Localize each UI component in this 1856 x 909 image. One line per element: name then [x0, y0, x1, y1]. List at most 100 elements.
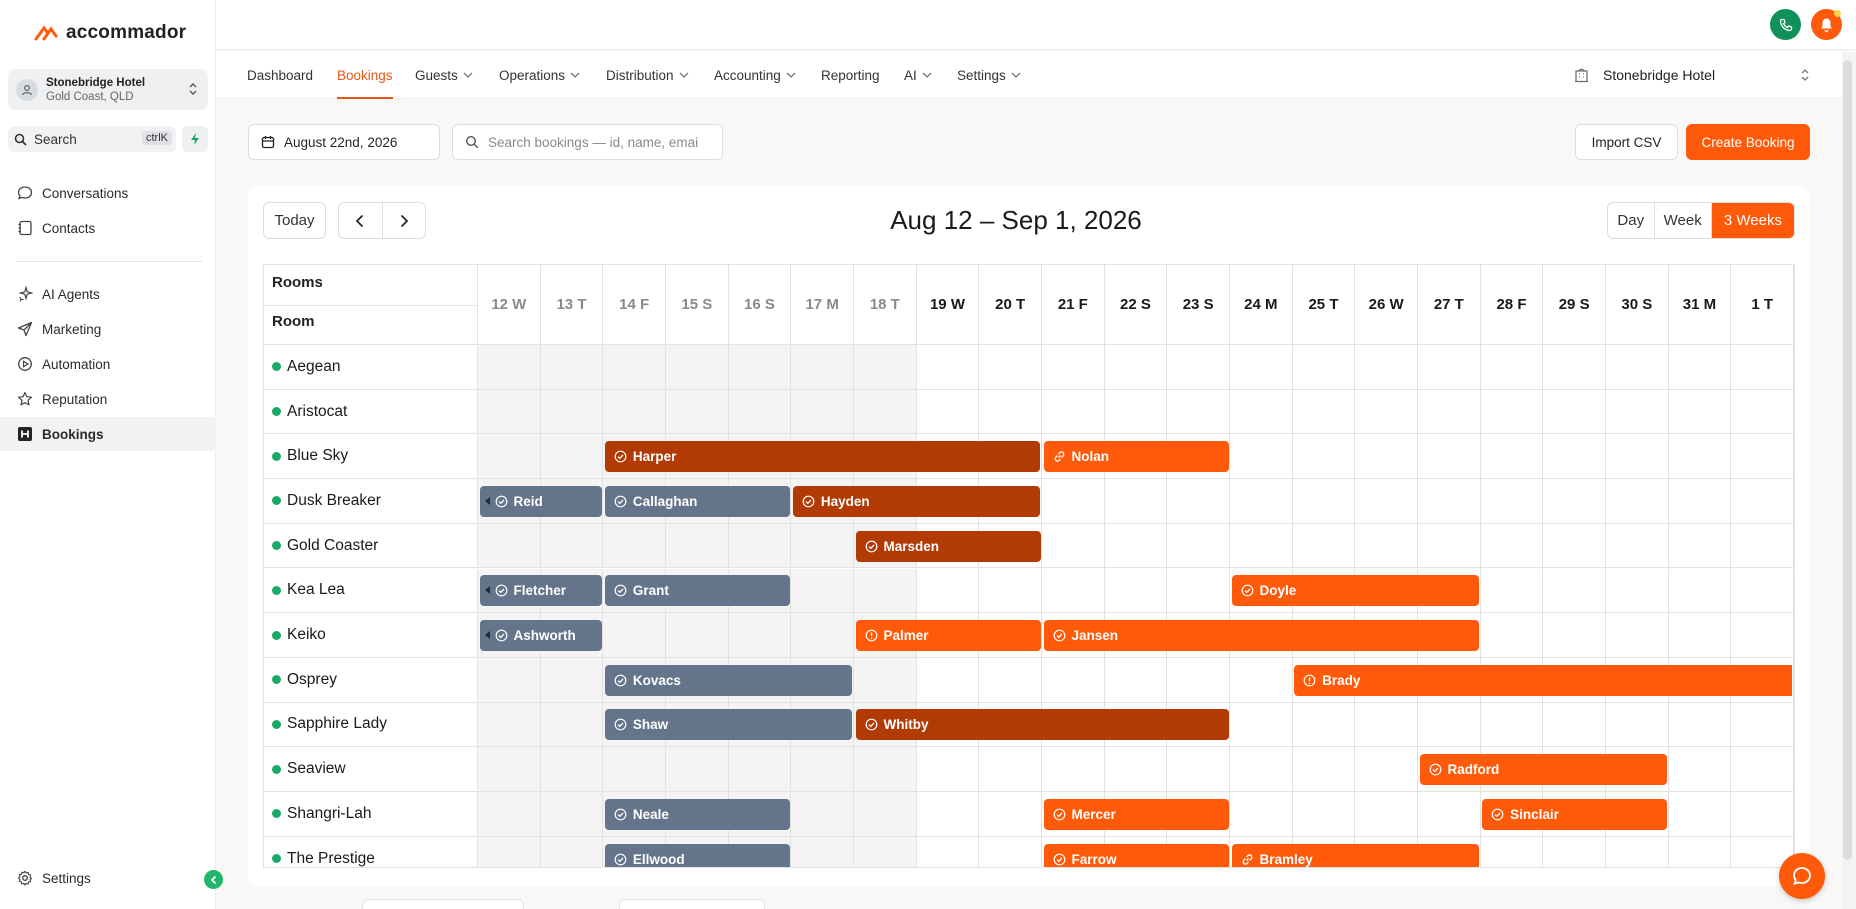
calendar-cell[interactable]	[1230, 434, 1293, 480]
calendar-cell[interactable]	[1480, 479, 1544, 524]
calendar-cell[interactable]	[854, 389, 917, 435]
calendar-cell[interactable]	[1480, 523, 1544, 569]
booking-bar[interactable]: Brady	[1294, 664, 1793, 696]
calendar-cell[interactable]	[1292, 747, 1356, 792]
calendar-cell[interactable]	[854, 836, 917, 867]
calendar-cell[interactable]	[1104, 389, 1168, 435]
calendar-cell[interactable]	[1543, 523, 1606, 569]
calendar-cell[interactable]	[916, 568, 980, 614]
calendar-cell[interactable]	[666, 523, 729, 569]
calendar-cell[interactable]	[1104, 345, 1168, 390]
calendar-cell[interactable]	[1543, 702, 1606, 748]
calendar-cell[interactable]	[666, 389, 729, 435]
calendar-cell[interactable]	[478, 657, 541, 703]
calendar-cell[interactable]	[1042, 747, 1105, 792]
page-scrollbar[interactable]	[1843, 60, 1852, 860]
sidebar-collapse-button[interactable]	[204, 870, 223, 889]
calendar-cell[interactable]	[1042, 657, 1105, 703]
tab-bookings[interactable]: Bookings	[337, 51, 393, 99]
property-selector[interactable]: Stonebridge Hotel	[1574, 51, 1824, 99]
calendar-cell[interactable]	[1167, 523, 1230, 569]
calendar-cell[interactable]	[1042, 568, 1105, 614]
booking-bar[interactable]: Grant	[604, 575, 790, 607]
calendar-cell[interactable]	[1668, 747, 1732, 792]
calendar-cell[interactable]	[1230, 792, 1293, 837]
calendar-cell[interactable]	[1480, 702, 1544, 748]
room-row[interactable]: Osprey	[264, 657, 478, 703]
calendar-cell[interactable]	[1543, 434, 1606, 480]
calendar-cell[interactable]	[979, 836, 1042, 867]
sidebar-item-ai-agents[interactable]: AI Agents	[0, 277, 216, 311]
calendar-cell[interactable]	[478, 345, 541, 390]
calendar-cell[interactable]	[854, 792, 917, 837]
calendar-cell[interactable]	[1167, 657, 1230, 703]
view-3-weeks-button[interactable]: 3 Weeks	[1711, 203, 1794, 238]
booking-bar[interactable]: Harper	[604, 441, 1041, 473]
calendar-cell[interactable]	[854, 657, 917, 703]
calendar-cell[interactable]	[1480, 568, 1544, 614]
booking-bar[interactable]: Marsden	[855, 530, 1041, 562]
calendar-cell[interactable]	[1355, 792, 1418, 837]
calendar-cell[interactable]	[916, 657, 980, 703]
calendar-cell[interactable]	[1104, 523, 1168, 569]
booking-bar[interactable]: Sinclair	[1482, 798, 1668, 830]
room-row[interactable]: Gold Coaster	[264, 523, 478, 569]
calendar-cell[interactable]	[540, 702, 604, 748]
calendar-cell[interactable]	[1606, 568, 1669, 614]
calendar-cell[interactable]	[1292, 389, 1356, 435]
calendar-cell[interactable]	[478, 836, 541, 867]
calendar-cell[interactable]	[1230, 702, 1293, 748]
date-picker[interactable]: August 22nd, 2026	[248, 124, 440, 160]
calendar-cell[interactable]	[1669, 836, 1732, 867]
calendar-cell[interactable]	[791, 389, 854, 435]
calendar-cell[interactable]	[791, 792, 854, 837]
calendar-cell[interactable]	[1292, 345, 1356, 390]
calendar-cell[interactable]	[1668, 434, 1732, 480]
chat-launcher-button[interactable]	[1779, 853, 1825, 899]
calendar-cell[interactable]	[728, 523, 792, 569]
calendar-cell[interactable]	[1731, 613, 1794, 658]
calendar-cell[interactable]	[979, 657, 1042, 703]
calendar-cell[interactable]	[1480, 389, 1544, 435]
calendar-cell[interactable]	[1230, 389, 1293, 435]
notifications-button[interactable]	[1811, 9, 1842, 40]
calendar-cell[interactable]	[1418, 389, 1481, 435]
calendar-cell[interactable]	[1418, 479, 1481, 524]
calendar-cell[interactable]	[1668, 613, 1732, 658]
calendar-cell[interactable]	[1543, 613, 1606, 658]
room-row[interactable]: Dusk Breaker	[264, 479, 478, 524]
calendar-cell[interactable]	[1230, 747, 1293, 792]
calendar-cell[interactable]	[1606, 479, 1669, 524]
calendar-cell[interactable]	[854, 568, 917, 614]
booking-bar[interactable]: Callaghan	[604, 485, 790, 517]
import-csv-button[interactable]: Import CSV	[1575, 124, 1678, 160]
calendar-cell[interactable]	[1104, 479, 1168, 524]
tab-guests[interactable]: Guests	[415, 51, 473, 99]
calendar-cell[interactable]	[1606, 345, 1669, 390]
booking-bar[interactable]: Ashworth	[479, 620, 602, 652]
calendar-cell[interactable]	[1543, 479, 1606, 524]
calendar-cell[interactable]	[1167, 479, 1230, 524]
calendar-cell[interactable]	[1230, 479, 1293, 524]
calendar-cell[interactable]	[1104, 568, 1168, 614]
calendar-cell[interactable]	[478, 792, 541, 837]
phone-button[interactable]	[1770, 9, 1801, 40]
calendar-cell[interactable]	[603, 389, 666, 435]
calendar-cell[interactable]	[1606, 389, 1669, 435]
calendar-cell[interactable]	[1418, 523, 1481, 569]
calendar-cell[interactable]	[540, 523, 604, 569]
calendar-cell[interactable]	[603, 345, 666, 390]
calendar-cell[interactable]	[728, 345, 792, 390]
calendar-cell[interactable]	[1668, 345, 1732, 390]
calendar-cell[interactable]	[1355, 389, 1418, 435]
booking-bar[interactable]: Doyle	[1231, 575, 1480, 607]
booking-bar[interactable]: Shaw	[604, 709, 853, 741]
booking-bar[interactable]: Mercer	[1043, 798, 1229, 830]
calendar-cell[interactable]	[540, 747, 604, 792]
calendar-cell[interactable]	[916, 389, 980, 435]
calendar-cell[interactable]	[1731, 345, 1794, 390]
room-row[interactable]: Aegean	[264, 345, 478, 390]
calendar-cell[interactable]	[1167, 747, 1230, 792]
calendar-cell[interactable]	[1668, 792, 1732, 837]
booking-bar[interactable]: Farrow	[1043, 843, 1229, 867]
